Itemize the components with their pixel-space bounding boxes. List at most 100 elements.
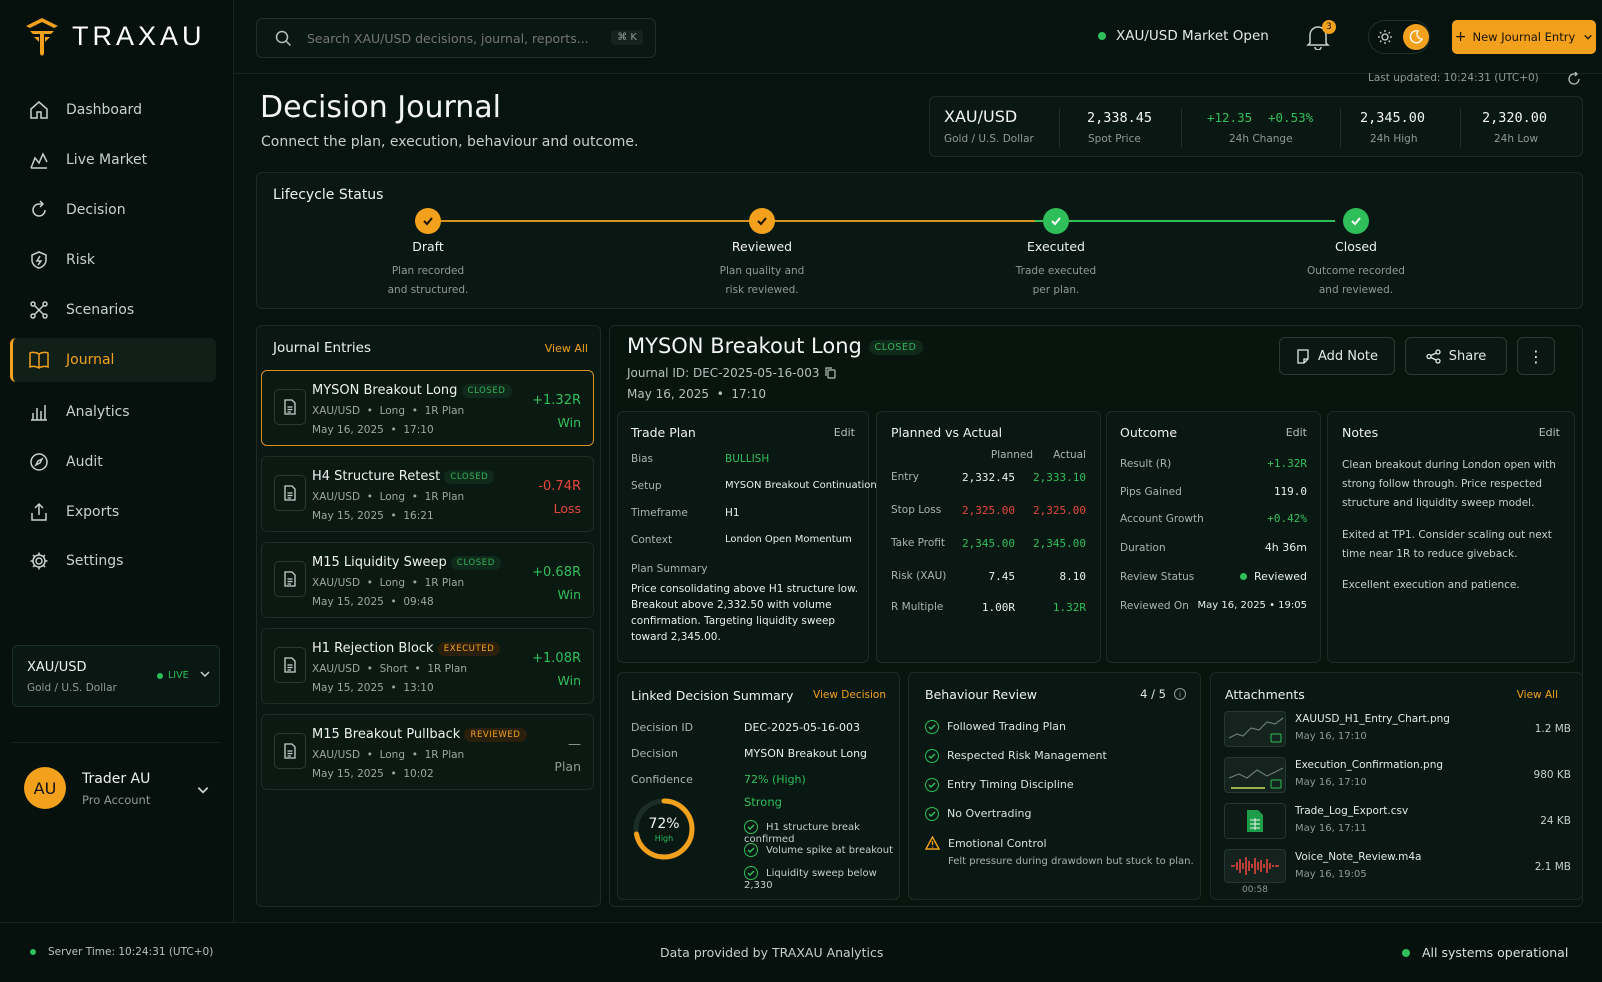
- pva-planned: 2,332.45: [962, 471, 1015, 484]
- document-icon: [274, 647, 306, 683]
- add-note-button[interactable]: Add Note: [1279, 337, 1395, 375]
- instrument-selector[interactable]: XAU/USD Gold / U.S. Dollar LIVE: [12, 645, 220, 707]
- setup-label: Setup: [631, 480, 662, 492]
- system-status: All systems operational: [1402, 945, 1568, 960]
- journal-entry[interactable]: M15 Breakout Pullback REVIEWED XAU/USD •…: [261, 714, 594, 790]
- view-decision-link[interactable]: View Decision: [813, 689, 886, 701]
- linked-decision-card: Linked Decision Summary View Decision De…: [617, 672, 900, 900]
- chart-line-icon: [28, 149, 50, 171]
- trade-plan-title: Trade Plan: [631, 425, 696, 440]
- user-menu[interactable]: AU Trader AU Pro Account: [12, 742, 220, 822]
- attachment-row[interactable]: Execution_Confirmation.png May 16, 17:10…: [1224, 757, 1571, 797]
- outcome-value: +0.42%: [1267, 512, 1307, 525]
- check-circle-icon: [744, 866, 758, 880]
- entry-date: May 16, 2025 • 17:10: [312, 424, 434, 436]
- step-desc: Outcome recorded and reviewed.: [1307, 265, 1405, 296]
- refresh-button[interactable]: [1567, 72, 1581, 86]
- attachment-name: XAUUSD_H1_Entry_Chart.png: [1295, 713, 1450, 725]
- page-subtitle: Connect the plan, execution, behaviour a…: [261, 134, 639, 150]
- edit-outcome-link[interactable]: Edit: [1286, 426, 1307, 439]
- brand-logo[interactable]: TRAXAU: [24, 16, 206, 56]
- bar-chart-icon: [28, 401, 50, 423]
- view-all-entries-link[interactable]: View All: [545, 342, 588, 355]
- edit-trade-plan-link[interactable]: Edit: [834, 426, 855, 439]
- attachment-row[interactable]: XAUUSD_H1_Entry_Chart.png May 16, 17:10 …: [1224, 711, 1571, 751]
- copy-icon[interactable]: [825, 367, 837, 379]
- share-button[interactable]: Share: [1405, 337, 1507, 375]
- upload-icon: [28, 501, 50, 523]
- nav-label: Live Market: [66, 152, 148, 168]
- chevron-down-icon: [199, 668, 211, 680]
- check-circle-icon: [925, 778, 939, 792]
- moon-icon: [1403, 24, 1429, 50]
- step-closed: Closed Outcome recorded and reviewed.: [1281, 239, 1431, 300]
- confidence-check: H1 structure break confirmed: [744, 820, 860, 845]
- step-closed-check-icon: [1343, 208, 1369, 234]
- outcome-title: Outcome: [1120, 425, 1178, 440]
- note-icon: [1296, 348, 1310, 364]
- step-reviewed: Reviewed Plan quality and risk reviewed.: [687, 239, 837, 300]
- view-all-attachments-link[interactable]: View All: [1517, 689, 1558, 701]
- journal-entry[interactable]: H4 Structure Retest CLOSED XAU/USD • Lon…: [261, 456, 594, 532]
- attachment-row[interactable]: Trade_Log_Export.csv May 16, 17:11 24 KB: [1224, 803, 1571, 843]
- plus-icon: +: [1454, 29, 1467, 45]
- pva-actual: 2,333.10: [1033, 471, 1086, 484]
- nav-settings[interactable]: Settings: [10, 539, 216, 583]
- edit-notes-link[interactable]: Edit: [1539, 426, 1560, 439]
- info-icon[interactable]: i: [1174, 688, 1186, 700]
- pva-row-label: Stop Loss: [891, 504, 942, 516]
- gear-icon: [28, 550, 50, 572]
- journal-entry[interactable]: MYSON Breakout Long CLOSED XAU/USD • Lon…: [261, 370, 594, 446]
- nav-label: Analytics: [66, 404, 130, 420]
- outcome-label: Pips Gained: [1120, 486, 1182, 498]
- nav-live-market[interactable]: Live Market: [10, 138, 216, 182]
- footer: Server Time: 10:24:31 (UTC+0) Data provi…: [0, 922, 1602, 982]
- nav-decision[interactable]: Decision: [10, 188, 216, 232]
- entry-title: H1 Rejection Block: [312, 641, 434, 656]
- attachment-row[interactable]: 00:58 Voice_Note_Review.m4a May 16, 19:0…: [1224, 849, 1571, 897]
- attachment-date: May 16, 17:10: [1295, 777, 1367, 788]
- status-badge: CLOSED: [450, 555, 501, 570]
- actual-header: Actual: [1053, 449, 1086, 461]
- theme-toggle[interactable]: [1368, 20, 1430, 54]
- attachment-name: Voice_Note_Review.m4a: [1295, 851, 1422, 863]
- nav-journal[interactable]: Journal: [10, 338, 216, 382]
- nav-label: Audit: [66, 454, 103, 470]
- entry-date: May 15, 2025 • 10:02: [312, 768, 434, 780]
- search-input[interactable]: [307, 28, 597, 48]
- nav-audit[interactable]: Audit: [10, 440, 216, 484]
- change-pct: +0.53%: [1268, 110, 1314, 125]
- more-options-button[interactable]: ⋮: [1517, 337, 1555, 375]
- behaviour-item: No Overtrading: [925, 807, 1031, 821]
- notification-button[interactable]: 3: [1306, 20, 1336, 50]
- search-icon: [275, 30, 292, 47]
- nav-scenarios[interactable]: Scenarios: [10, 288, 216, 332]
- step-name: Reviewed: [731, 239, 793, 254]
- journal-entry[interactable]: H1 Rejection Block EXECUTED XAU/USD • Sh…: [261, 628, 594, 704]
- confidence-label: Confidence: [631, 773, 693, 786]
- confidence-check: Liquidity sweep below 2,330: [744, 866, 877, 891]
- pva-planned: 2,345.00: [962, 537, 1015, 550]
- context-value: London Open Momentum: [725, 534, 852, 545]
- check-circle-icon: [925, 807, 939, 821]
- check-circle-icon: [925, 720, 939, 734]
- behaviour-warning-note: Felt pressure during drawdown but stuck …: [948, 856, 1194, 867]
- pva-actual: 8.10: [1059, 570, 1087, 583]
- nav-analytics[interactable]: Analytics: [10, 390, 216, 434]
- note-paragraph: Exited at TP1. Consider scaling out next…: [1342, 529, 1552, 560]
- entry-date: May 15, 2025 • 13:10: [312, 682, 434, 694]
- nav-risk[interactable]: Risk: [10, 238, 216, 282]
- nav-label: Scenarios: [66, 302, 135, 318]
- outcome-value: 4h 36m: [1264, 541, 1307, 554]
- pva-row-label: Take Profit: [891, 537, 946, 549]
- nav-exports[interactable]: Exports: [10, 490, 216, 534]
- nav-dashboard[interactable]: Dashboard: [10, 88, 216, 132]
- search-box[interactable]: ⌘ K: [256, 18, 656, 58]
- journal-entry[interactable]: M15 Liquidity Sweep CLOSED XAU/USD • Lon…: [261, 542, 594, 618]
- home-icon: [28, 99, 50, 121]
- brand-name: TRAXAU: [72, 20, 206, 51]
- new-journal-entry-button[interactable]: + New Journal Entry: [1452, 20, 1596, 54]
- more-vertical-icon: ⋮: [1528, 346, 1544, 366]
- server-time: Server Time: 10:24:31 (UTC+0): [30, 946, 213, 958]
- detail-date: May 16, 2025 • 17:10: [627, 387, 766, 401]
